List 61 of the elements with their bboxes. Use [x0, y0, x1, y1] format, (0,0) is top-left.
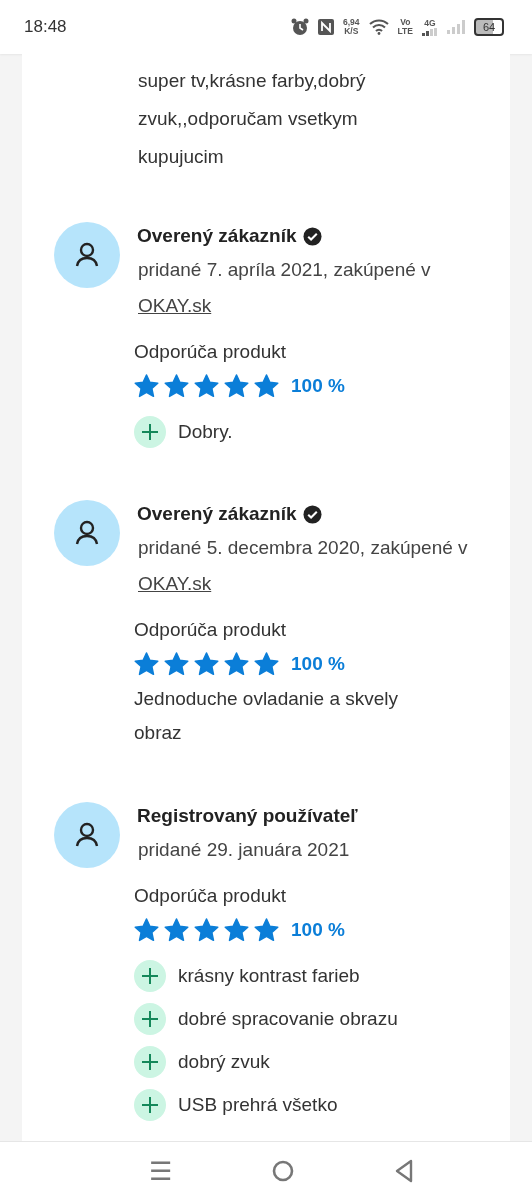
network-type: 4G	[424, 18, 436, 28]
rating-percent: 100 %	[291, 374, 345, 398]
star-icon	[224, 374, 249, 398]
recommend-label: Odporúča produkt	[134, 884, 288, 908]
user-icon	[74, 241, 100, 269]
recommend-label: Odporúča produkt	[134, 618, 288, 642]
pro-text: USB prehrá všetko	[178, 1093, 338, 1117]
signal-icon	[447, 20, 465, 34]
review-date: pridané 5. decembra 2020, zakúpené v OKAY.sk	[137, 536, 469, 596]
shop-link[interactable]: OKAY.sk	[138, 573, 212, 594]
review-text: super tv,krásne farby,dobrý zvuk,,odporučam vsetkym kupujucim	[138, 69, 367, 169]
battery-indicator: 64	[474, 18, 504, 36]
review-date: pridané 7. apríla 2021, zakúpené v OKAY.sk	[137, 258, 432, 318]
star-icon	[194, 918, 219, 942]
verified-icon	[303, 226, 323, 246]
nfc-icon	[318, 18, 334, 36]
review-text: Jednoduche ovladanie a skvely obraz	[134, 687, 400, 745]
star-icon	[194, 374, 219, 398]
star-icon	[224, 918, 249, 942]
star-icon	[254, 652, 279, 676]
lte-label: LTE	[397, 27, 413, 36]
star-icon	[134, 652, 159, 676]
recommend-label: Odporúča produkt	[134, 340, 288, 364]
clock-time: 18:48	[24, 17, 67, 37]
plus-icon	[134, 1003, 166, 1035]
reviewer-name: Overený zákazník	[137, 224, 297, 248]
review-date: pridané 29. januára 2021	[137, 838, 351, 862]
star-icon	[254, 918, 279, 942]
star-icon	[164, 918, 189, 942]
plus-icon	[134, 1046, 166, 1078]
plus-icon	[134, 1089, 166, 1121]
user-icon	[74, 519, 100, 547]
star-icon	[254, 374, 279, 398]
verified-icon	[303, 504, 323, 524]
recents-button[interactable]: ☰	[148, 1158, 172, 1184]
speed-unit: K/S	[344, 27, 359, 36]
plus-icon	[134, 416, 166, 448]
star-icon	[164, 374, 189, 398]
alarm-icon	[291, 18, 309, 36]
pro-text: krásny kontrast farieb	[178, 964, 360, 988]
star-icon	[164, 652, 189, 676]
star-icon	[194, 652, 219, 676]
network-speed: 6,94	[343, 18, 360, 27]
pro-text: dobrý zvuk	[178, 1050, 270, 1074]
rating-percent: 100 %	[291, 918, 345, 942]
star-icon	[134, 918, 159, 942]
rating-percent: 100 %	[291, 652, 345, 676]
reviewer-name: Registrovaný používateľ	[137, 804, 358, 828]
shop-link[interactable]: OKAY.sk	[138, 295, 212, 316]
pro-text: Dobry.	[178, 420, 233, 444]
star-icon	[134, 374, 159, 398]
wifi-icon	[368, 19, 389, 35]
back-button[interactable]	[393, 1159, 414, 1183]
star-icon	[224, 652, 249, 676]
signal-icon	[422, 27, 438, 36]
user-icon	[74, 821, 100, 849]
volte-label: Vo	[400, 18, 411, 27]
home-button[interactable]	[271, 1160, 294, 1182]
pro-text: dobré spracovanie obrazu	[178, 1007, 398, 1031]
plus-icon	[134, 960, 166, 992]
reviewer-name: Overený zákazník	[137, 502, 297, 526]
